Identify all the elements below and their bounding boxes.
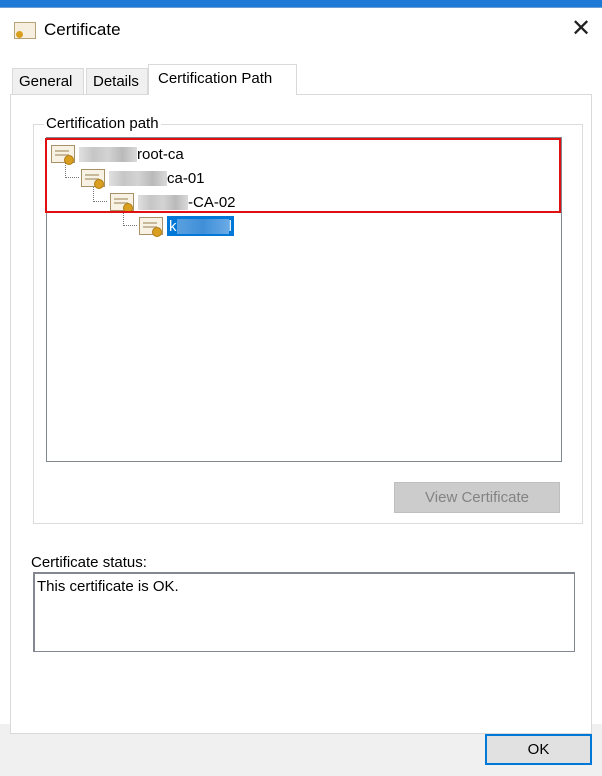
- view-certificate-button[interactable]: View Certificate: [394, 482, 560, 513]
- tree-node-leaf[interactable]: k l: [139, 216, 234, 237]
- tab-certification-path[interactable]: Certification Path: [148, 64, 297, 95]
- tab-details[interactable]: Details: [86, 68, 148, 94]
- certification-path-group: Certification path root-ca ca-01 -CA-02 …: [33, 115, 583, 524]
- node-label-end: l: [228, 217, 232, 235]
- redacted-text: [176, 218, 229, 234]
- group-label: Certification path: [44, 115, 161, 132]
- ok-button[interactable]: OK: [485, 734, 592, 765]
- certification-path-tree[interactable]: root-ca ca-01 -CA-02 k l: [45, 137, 562, 462]
- node-label-start: k: [169, 217, 177, 235]
- close-button[interactable]: ✕: [566, 14, 596, 44]
- certificate-icon: [14, 22, 36, 39]
- close-icon: ✕: [570, 15, 592, 42]
- certificate-icon: [139, 217, 163, 237]
- title-bar[interactable]: Certificate ✕: [0, 8, 602, 54]
- certificate-status-label: Certificate status:: [31, 554, 147, 571]
- certificate-status-box[interactable]: This certificate is OK.: [33, 572, 575, 652]
- status-text: This certificate is OK.: [37, 578, 179, 595]
- certificate-dialog: Certificate ✕ General Details Certificat…: [0, 7, 602, 776]
- window-title: Certificate: [44, 20, 121, 39]
- dialog-body: General Details Certification Path Certi…: [0, 54, 602, 734]
- tab-panel: Certification path root-ca ca-01 -CA-02 …: [10, 94, 592, 734]
- tab-general[interactable]: General: [12, 68, 84, 94]
- selected-node-label: k l: [167, 216, 234, 236]
- highlight-box: [45, 138, 561, 213]
- background-window-strip: [0, 0, 602, 7]
